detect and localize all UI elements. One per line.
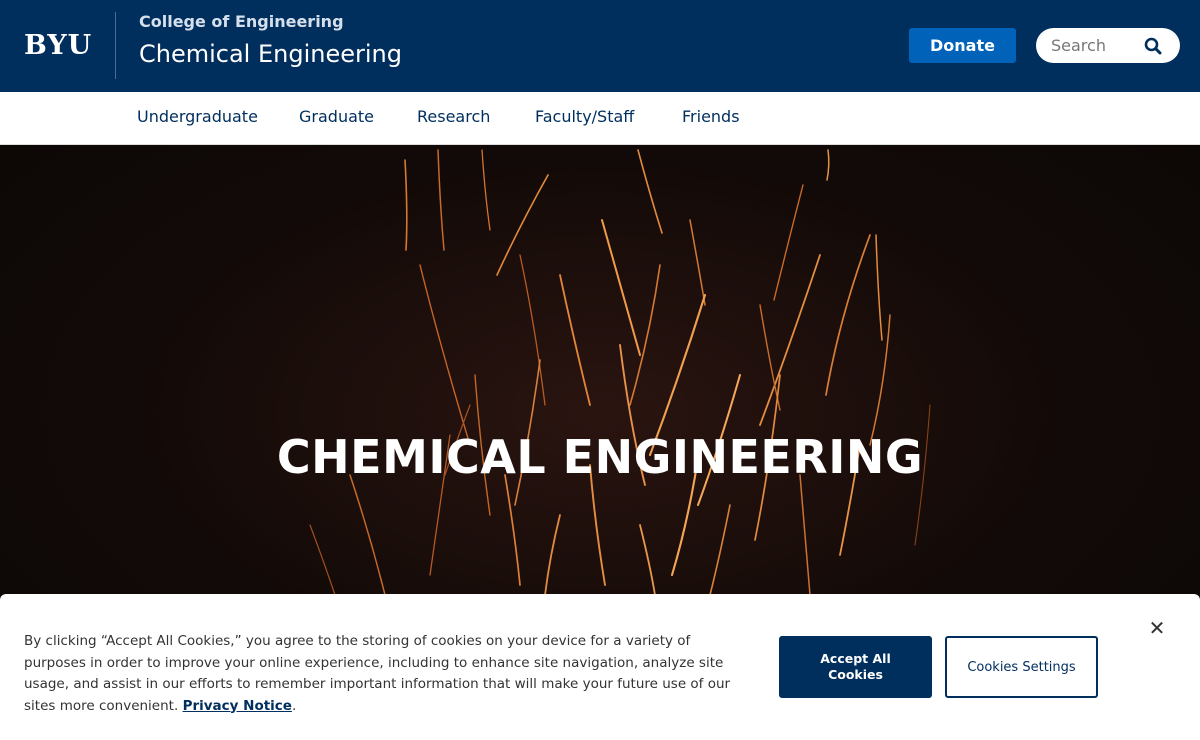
header-divider: [115, 12, 116, 79]
nav-item-undergraduate[interactable]: Undergraduate: [137, 107, 258, 126]
privacy-notice-link[interactable]: Privacy Notice: [183, 698, 292, 714]
cookies-settings-button[interactable]: Cookies Settings: [945, 636, 1098, 698]
nav-item-graduate[interactable]: Graduate: [299, 107, 374, 126]
byu-logo[interactable]: BYU: [24, 30, 92, 61]
cookie-text-block: By clicking “Accept All Cookies,” you ag…: [24, 631, 744, 717]
nav-item-faculty-staff[interactable]: Faculty/Staff: [535, 107, 634, 126]
cookie-message: By clicking “Accept All Cookies,” you ag…: [24, 633, 731, 714]
search-icon[interactable]: [1143, 36, 1163, 56]
search-box[interactable]: [1036, 28, 1180, 63]
hero-title: CHEMICAL ENGINEERING: [276, 430, 924, 484]
main-nav: Undergraduate Graduate Research Faculty/…: [0, 92, 1200, 145]
close-icon[interactable]: ✕: [1146, 616, 1168, 640]
accept-all-cookies-button[interactable]: Accept All Cookies: [779, 636, 932, 698]
cookie-banner: ✕ By clicking “Accept All Cookies,” you …: [0, 594, 1200, 740]
cookie-text-period: .: [291, 697, 297, 714]
nav-item-research[interactable]: Research: [417, 107, 490, 126]
nav-item-friends[interactable]: Friends: [682, 107, 740, 126]
site-header: BYU College of Engineering Chemical Engi…: [0, 0, 1200, 92]
department-title[interactable]: Chemical Engineering: [139, 40, 402, 68]
college-link[interactable]: College of Engineering: [139, 12, 344, 31]
search-input[interactable]: [1051, 34, 1141, 56]
donate-button[interactable]: Donate: [909, 28, 1016, 63]
